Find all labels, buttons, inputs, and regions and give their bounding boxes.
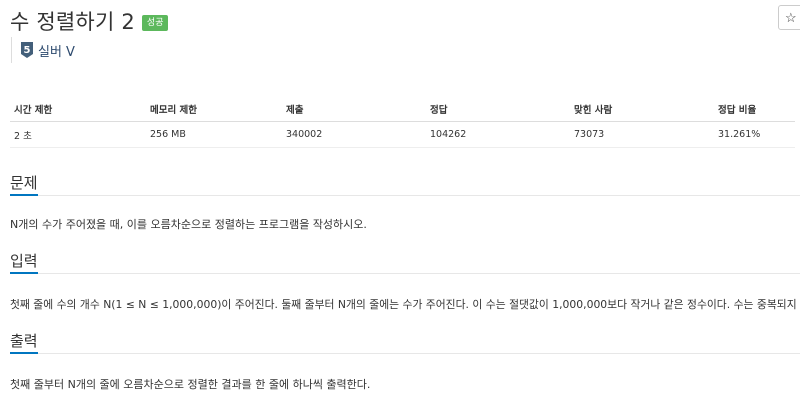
problem-title-row: 수 정렬하기 2 성공 bbox=[10, 6, 169, 36]
header-submissions: 제출 bbox=[282, 96, 426, 122]
accepted-value[interactable]: 104262 bbox=[426, 121, 570, 148]
table-header-row: 시간 제한 메모리 제한 제출 정답 맞힌 사람 정답 비율 bbox=[10, 96, 795, 122]
star-icon: ☆ bbox=[785, 10, 797, 25]
tier-text: 실버 V bbox=[38, 44, 75, 60]
problem-info-table: 시간 제한 메모리 제한 제출 정답 맞힌 사람 정답 비율 2 초 256 M… bbox=[10, 96, 795, 148]
solved-users-value[interactable]: 73073 bbox=[570, 121, 714, 148]
problem-section-heading: 문제 bbox=[10, 174, 38, 192]
section-divider bbox=[10, 353, 800, 354]
header-time-limit: 시간 제한 bbox=[10, 96, 146, 122]
input-section-heading: 입력 bbox=[10, 252, 38, 270]
accept-ratio-value: 31.261% bbox=[714, 121, 795, 148]
section-underline bbox=[10, 272, 38, 274]
table-row: 2 초 256 MB 340002 104262 73073 31.261% bbox=[10, 121, 795, 148]
silver-tier-icon: 5 bbox=[21, 42, 33, 58]
section-divider bbox=[10, 273, 800, 274]
page-title: 수 정렬하기 2 bbox=[10, 10, 135, 34]
input-description: 첫째 줄에 수의 개수 N(1 ≤ N ≤ 1,000,000)이 주어진다. … bbox=[10, 298, 800, 311]
tier-label[interactable]: 5 실버 V bbox=[11, 37, 75, 63]
output-section-heading: 출력 bbox=[10, 332, 38, 350]
output-description: 첫째 줄부터 N개의 줄에 오름차순으로 정렬한 결과를 한 줄에 하나씩 출력… bbox=[10, 378, 371, 391]
status-badge: 성공 bbox=[141, 15, 169, 31]
header-accept-ratio: 정답 비율 bbox=[714, 96, 795, 122]
header-accepted: 정답 bbox=[426, 96, 570, 122]
header-memory-limit: 메모리 제한 bbox=[146, 96, 282, 122]
section-divider bbox=[10, 195, 800, 196]
svg-text:5: 5 bbox=[24, 45, 31, 56]
time-limit-value: 2 초 bbox=[10, 121, 146, 148]
section-underline bbox=[10, 194, 38, 196]
star-button[interactable]: ☆ bbox=[778, 5, 800, 30]
section-underline bbox=[10, 352, 38, 354]
memory-limit-value: 256 MB bbox=[146, 121, 282, 148]
problem-description: N개의 수가 주어졌을 때, 이를 오름차순으로 정렬하는 프로그램을 작성하시… bbox=[10, 218, 367, 231]
header-solved-users: 맞힌 사람 bbox=[570, 96, 714, 122]
submissions-value[interactable]: 340002 bbox=[282, 121, 426, 148]
